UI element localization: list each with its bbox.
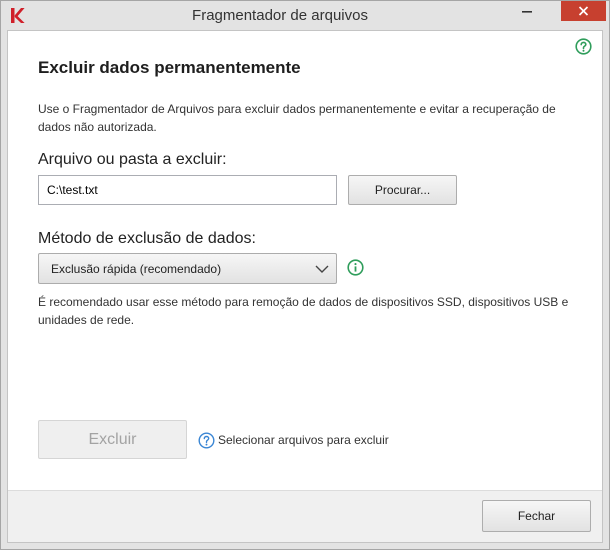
- info-icon[interactable]: [347, 259, 364, 276]
- help-icon[interactable]: [575, 38, 592, 55]
- file-path-input[interactable]: [38, 175, 337, 205]
- close-window-button[interactable]: [561, 1, 606, 21]
- method-select-value: Exclusão rápida (recomendado): [51, 261, 222, 276]
- hint-text: Selecionar arquivos para excluir: [218, 433, 389, 447]
- method-label: Método de exclusão de dados:: [38, 230, 256, 247]
- close-icon: [578, 6, 589, 16]
- title-bar: Fragmentador de arquivos: [0, 0, 610, 30]
- page-title: Excluir dados permanentemente: [38, 58, 301, 77]
- close-dialog-button[interactable]: Fechar: [482, 500, 591, 532]
- shredder-window: Fragmentador de arquivos Excluir dados p…: [0, 0, 610, 550]
- minimize-icon: [522, 11, 532, 13]
- question-circle-icon: [198, 432, 215, 449]
- description-text: Use o Fragmentador de Arquivos para excl…: [38, 102, 556, 134]
- delete-button[interactable]: Excluir: [38, 420, 187, 459]
- window-title: Fragmentador de arquivos: [192, 7, 368, 24]
- chevron-down-icon: [315, 265, 329, 273]
- browse-button[interactable]: Procurar...: [348, 175, 457, 205]
- method-note: É recomendado usar esse método para remo…: [38, 295, 569, 327]
- kaspersky-logo-icon: [11, 8, 25, 23]
- minimize-button[interactable]: [514, 1, 540, 21]
- method-select[interactable]: Exclusão rápida (recomendado): [38, 253, 337, 284]
- file-path-label: Arquivo ou pasta a excluir:: [38, 151, 227, 168]
